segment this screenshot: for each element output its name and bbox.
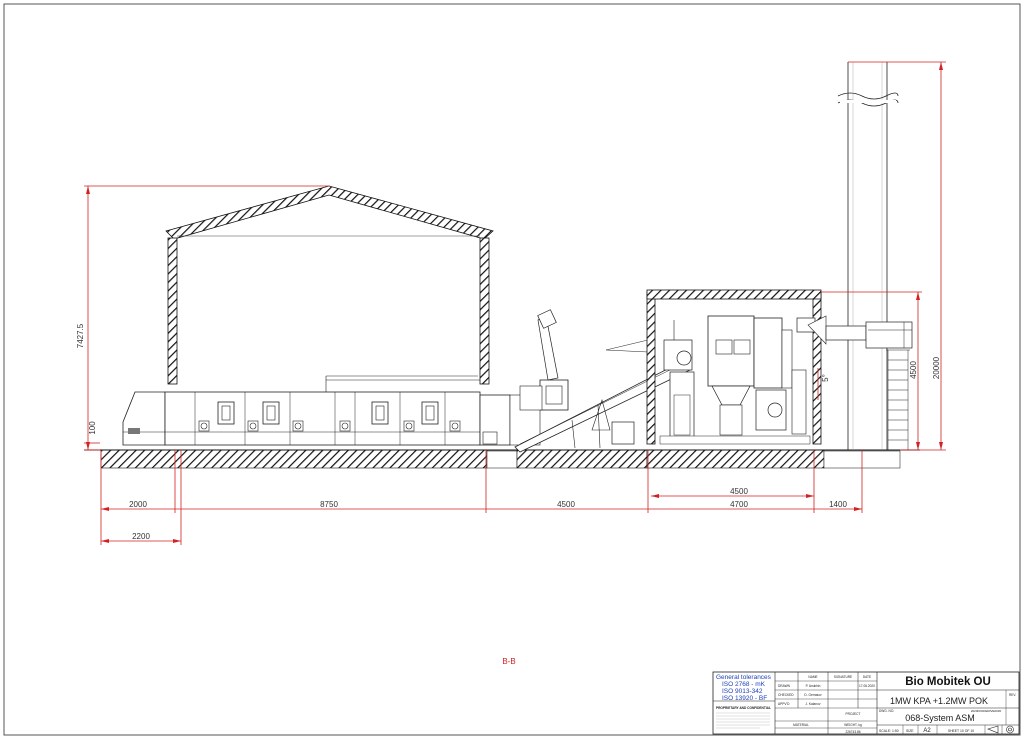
dim-boiler-room-height: 4500: [909, 361, 918, 379]
dim-base-offset: 100: [88, 421, 97, 435]
main-building: [165, 185, 494, 385]
dwg-label: DWG. NO.: [879, 709, 894, 713]
dim-intake-length: 2000: [129, 500, 147, 509]
dim-dryer-length: 8750: [320, 500, 338, 509]
project-name: 1MW KPA +1.2MW POK: [890, 696, 988, 706]
tolerance-2: ISO 9013-342: [722, 688, 763, 695]
dim-chimney-height: 20000: [932, 356, 941, 379]
boiler-house: [646, 289, 827, 445]
size-label: SIZE: [906, 729, 914, 733]
dim-building-height: 7427.5: [76, 323, 85, 348]
chimney: [825, 62, 913, 450]
drawing-number: 068-System ASM: [905, 713, 975, 723]
weight-label: WEIGHT, kg: [844, 723, 862, 727]
role-approved: APPV'D: [778, 702, 790, 706]
rev-label: REV.: [1009, 693, 1016, 697]
ground-slab: [84, 449, 920, 469]
view-label: B-B: [502, 657, 515, 666]
company-name: Bio Mobitek OU: [905, 676, 991, 688]
role-checked: CHECKED: [778, 693, 794, 697]
col-signature: SIGNATURE: [834, 675, 852, 679]
dim-slope: 5°: [821, 374, 830, 382]
weight-value: 226743.86: [845, 730, 860, 734]
tolerance-3: ISO 13920 - BF: [722, 695, 767, 702]
title-block: General tolerances ISO 2768 - mK ISO 901…: [712, 671, 1020, 735]
col-date: DATE: [863, 675, 871, 679]
name-approved: J. Kalanov: [806, 702, 821, 706]
scale-label: SCALE: 1:50: [879, 729, 899, 733]
sheet-label: SHEET 10 OF 10: [948, 729, 974, 733]
project-label: PROJECT: [846, 712, 861, 716]
drawing-sheet: 7427.5 100 20000 4500 5° 2000 8750 4500 …: [3, 3, 1021, 736]
size-value: A2: [923, 728, 931, 734]
material-label: MATERIAL: [793, 723, 809, 727]
inclined-conveyor: [514, 309, 691, 453]
role-drawn: DRAWN: [778, 684, 791, 688]
tolerance-1: ISO 2768 - mK: [722, 681, 766, 688]
doc-code: 2020KPADERIVE0030: [971, 709, 1002, 713]
dim-boiler-inner: 4500: [730, 487, 748, 496]
dim-intake-overall: 2200: [132, 532, 150, 541]
confidential-label: PROPRIETARY AND CONFIDENTIAL: [716, 706, 771, 710]
belt-dryer: [122, 375, 541, 446]
name-checked: D. Gerrasov: [804, 693, 822, 697]
dim-boiler-outer: 4700: [730, 500, 748, 509]
dim-chimney-offset: 1400: [829, 500, 847, 509]
tolerances-title: General tolerances: [716, 674, 772, 681]
sheet-border: [3, 3, 1021, 736]
dim-conveyor-length: 4500: [557, 500, 575, 509]
drawn-date: 17.06.2020: [859, 684, 875, 688]
col-name: NAME: [808, 675, 817, 679]
name-drawn: P. Anukhin: [806, 684, 821, 688]
